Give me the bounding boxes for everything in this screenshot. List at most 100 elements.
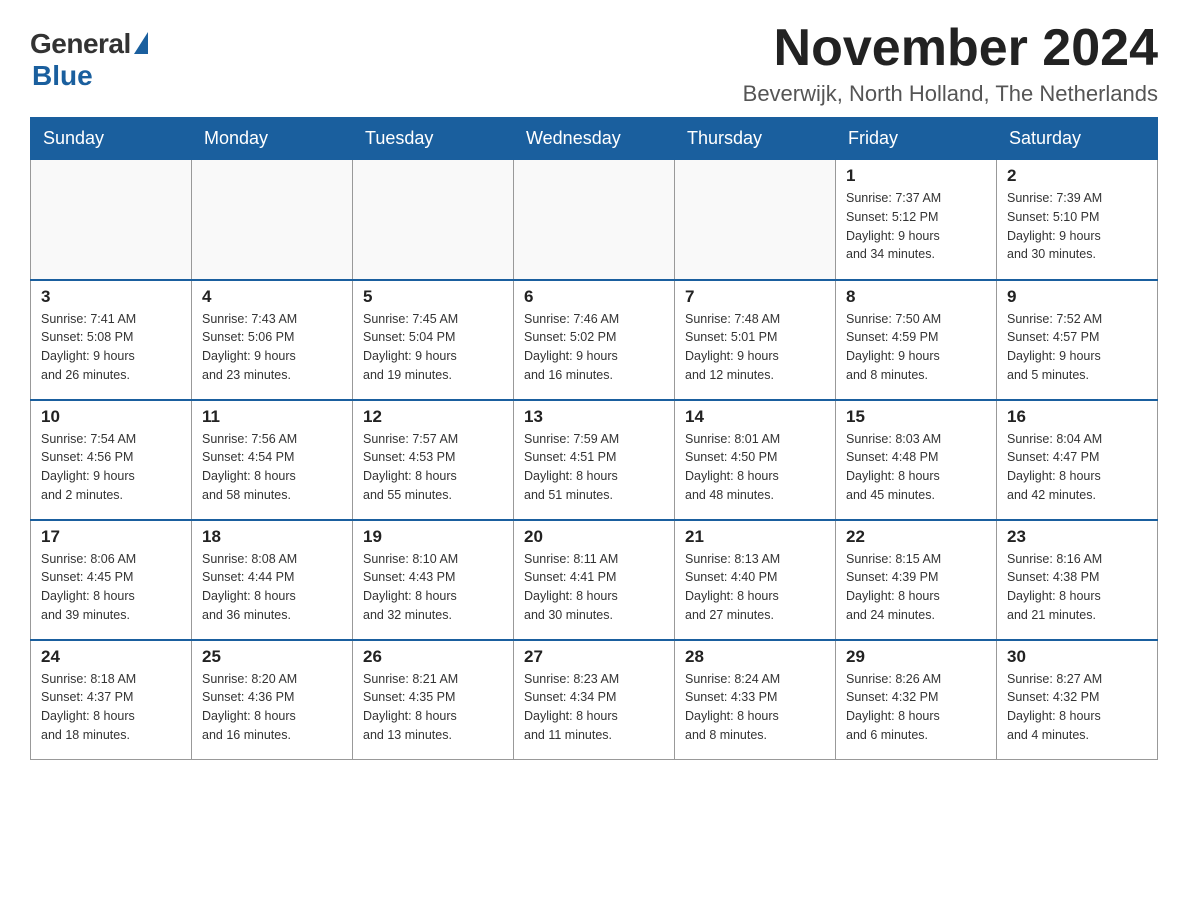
day-info: Sunrise: 8:08 AMSunset: 4:44 PMDaylight:… [202, 550, 342, 625]
calendar-cell: 1Sunrise: 7:37 AMSunset: 5:12 PMDaylight… [836, 160, 997, 280]
calendar-cell: 22 Sunrise: 8:15 AMSunset: 4:39 PMDayligh… [836, 520, 997, 640]
day-number: 18 [202, 527, 342, 547]
col-monday: Monday [192, 118, 353, 160]
calendar-cell: 26Sunrise: 8:21 AMSunset: 4:35 PMDayligh… [353, 640, 514, 760]
calendar-cell: 20 Sunrise: 8:11 AMSunset: 4:41 PMDayligh… [514, 520, 675, 640]
calendar-cell: 2 Sunrise: 7:39 AMSunset: 5:10 PMDaylight… [997, 160, 1158, 280]
day-info: Sunrise: 8:27 AMSunset: 4:32 PMDaylight:… [1007, 670, 1147, 745]
calendar-cell: 24Sunrise: 8:18 AMSunset: 4:37 PMDayligh… [31, 640, 192, 760]
calendar-cell [514, 160, 675, 280]
calendar-cell [192, 160, 353, 280]
day-info: Sunrise: 7:37 AMSunset: 5:12 PMDaylight:… [846, 189, 986, 264]
calendar-cell: 4Sunrise: 7:43 AMSunset: 5:06 PMDaylight… [192, 280, 353, 400]
day-number: 12 [363, 407, 503, 427]
calendar-cell: 28 Sunrise: 8:24 AMSunset: 4:33 PMDayligh… [675, 640, 836, 760]
calendar-week-row: 24Sunrise: 8:18 AMSunset: 4:37 PMDayligh… [31, 640, 1158, 760]
calendar-cell [675, 160, 836, 280]
day-number: 3 [41, 287, 181, 307]
day-number: 16 [1007, 407, 1147, 427]
calendar-cell: 12 Sunrise: 7:57 AMSunset: 4:53 PMDayligh… [353, 400, 514, 520]
day-info: Sunrise: 7:45 AMSunset: 5:04 PMDaylight:… [363, 310, 503, 385]
calendar-cell [31, 160, 192, 280]
day-number: 19 [363, 527, 503, 547]
calendar-cell: 13 Sunrise: 7:59 AMSunset: 4:51 PMDayligh… [514, 400, 675, 520]
day-info: Sunrise: 7:50 AMSunset: 4:59 PMDaylight:… [846, 310, 986, 385]
col-thursday: Thursday [675, 118, 836, 160]
col-tuesday: Tuesday [353, 118, 514, 160]
calendar-cell: 25Sunrise: 8:20 AMSunset: 4:36 PMDayligh… [192, 640, 353, 760]
calendar-cell: 9 Sunrise: 7:52 AMSunset: 4:57 PMDaylight… [997, 280, 1158, 400]
day-number: 9 [1007, 287, 1147, 307]
logo-blue-text: Blue [32, 60, 93, 92]
day-number: 11 [202, 407, 342, 427]
day-info: Sunrise: 8:24 AMSunset: 4:33 PMDaylight:… [685, 670, 825, 745]
day-number: 2 [1007, 166, 1147, 186]
logo-general-text: General [30, 28, 131, 60]
day-info: Sunrise: 8:16 AMSunset: 4:38 PMDaylight:… [1007, 550, 1147, 625]
day-number: 17 [41, 527, 181, 547]
day-info: Sunrise: 8:10 AMSunset: 4:43 PMDaylight:… [363, 550, 503, 625]
header: General Blue November 2024 Beverwijk, No… [30, 20, 1158, 107]
col-sunday: Sunday [31, 118, 192, 160]
calendar-cell: 11 Sunrise: 7:56 AMSunset: 4:54 PMDayligh… [192, 400, 353, 520]
day-number: 15 [846, 407, 986, 427]
calendar-cell: 3 Sunrise: 7:41 AMSunset: 5:08 PMDaylight… [31, 280, 192, 400]
day-number: 13 [524, 407, 664, 427]
calendar-week-row: 3 Sunrise: 7:41 AMSunset: 5:08 PMDaylight… [31, 280, 1158, 400]
calendar-cell [353, 160, 514, 280]
day-info: Sunrise: 8:21 AMSunset: 4:35 PMDaylight:… [363, 670, 503, 745]
calendar-cell: 8 Sunrise: 7:50 AMSunset: 4:59 PMDaylight… [836, 280, 997, 400]
day-number: 6 [524, 287, 664, 307]
calendar-cell: 6Sunrise: 7:46 AMSunset: 5:02 PMDaylight… [514, 280, 675, 400]
calendar-cell: 30 Sunrise: 8:27 AMSunset: 4:32 PMDayligh… [997, 640, 1158, 760]
calendar-cell: 10 Sunrise: 7:54 AMSunset: 4:56 PMDayligh… [31, 400, 192, 520]
day-info: Sunrise: 8:11 AMSunset: 4:41 PMDaylight:… [524, 550, 664, 625]
day-number: 4 [202, 287, 342, 307]
calendar-cell: 7 Sunrise: 7:48 AMSunset: 5:01 PMDaylight… [675, 280, 836, 400]
day-info: Sunrise: 7:41 AMSunset: 5:08 PMDaylight:… [41, 310, 181, 385]
day-info: Sunrise: 7:39 AMSunset: 5:10 PMDaylight:… [1007, 189, 1147, 264]
day-number: 7 [685, 287, 825, 307]
day-info: Sunrise: 7:57 AMSunset: 4:53 PMDaylight:… [363, 430, 503, 505]
calendar-header-row: Sunday Monday Tuesday Wednesday Thursday… [31, 118, 1158, 160]
day-number: 28 [685, 647, 825, 667]
day-info: Sunrise: 8:23 AMSunset: 4:34 PMDaylight:… [524, 670, 664, 745]
col-saturday: Saturday [997, 118, 1158, 160]
day-number: 10 [41, 407, 181, 427]
day-number: 21 [685, 527, 825, 547]
calendar-cell: 17 Sunrise: 8:06 AMSunset: 4:45 PMDayligh… [31, 520, 192, 640]
day-info: Sunrise: 7:48 AMSunset: 5:01 PMDaylight:… [685, 310, 825, 385]
day-info: Sunrise: 8:04 AMSunset: 4:47 PMDaylight:… [1007, 430, 1147, 505]
calendar-week-row: 10 Sunrise: 7:54 AMSunset: 4:56 PMDayligh… [31, 400, 1158, 520]
title-area: November 2024 Beverwijk, North Holland, … [743, 20, 1158, 107]
day-info: Sunrise: 8:06 AMSunset: 4:45 PMDaylight:… [41, 550, 181, 625]
day-number: 30 [1007, 647, 1147, 667]
day-info: Sunrise: 7:52 AMSunset: 4:57 PMDaylight:… [1007, 310, 1147, 385]
day-info: Sunrise: 8:01 AMSunset: 4:50 PMDaylight:… [685, 430, 825, 505]
calendar-cell: 23 Sunrise: 8:16 AMSunset: 4:38 PMDayligh… [997, 520, 1158, 640]
calendar-cell: 21 Sunrise: 8:13 AMSunset: 4:40 PMDayligh… [675, 520, 836, 640]
day-info: Sunrise: 8:26 AMSunset: 4:32 PMDaylight:… [846, 670, 986, 745]
day-info: Sunrise: 8:13 AMSunset: 4:40 PMDaylight:… [685, 550, 825, 625]
day-info: Sunrise: 7:59 AMSunset: 4:51 PMDaylight:… [524, 430, 664, 505]
calendar-cell: 18 Sunrise: 8:08 AMSunset: 4:44 PMDayligh… [192, 520, 353, 640]
logo-triangle-icon [134, 32, 148, 54]
calendar-cell: 19 Sunrise: 8:10 AMSunset: 4:43 PMDayligh… [353, 520, 514, 640]
day-number: 14 [685, 407, 825, 427]
calendar-cell: 5Sunrise: 7:45 AMSunset: 5:04 PMDaylight… [353, 280, 514, 400]
day-number: 20 [524, 527, 664, 547]
location-subtitle: Beverwijk, North Holland, The Netherland… [743, 81, 1158, 107]
calendar-cell: 16 Sunrise: 8:04 AMSunset: 4:47 PMDayligh… [997, 400, 1158, 520]
col-friday: Friday [836, 118, 997, 160]
logo: General Blue [30, 28, 148, 92]
day-number: 8 [846, 287, 986, 307]
day-info: Sunrise: 7:54 AMSunset: 4:56 PMDaylight:… [41, 430, 181, 505]
day-info: Sunrise: 8:15 AMSunset: 4:39 PMDaylight:… [846, 550, 986, 625]
calendar-table: Sunday Monday Tuesday Wednesday Thursday… [30, 117, 1158, 760]
calendar-cell: 14 Sunrise: 8:01 AMSunset: 4:50 PMDayligh… [675, 400, 836, 520]
day-info: Sunrise: 7:56 AMSunset: 4:54 PMDaylight:… [202, 430, 342, 505]
day-number: 29 [846, 647, 986, 667]
month-title: November 2024 [743, 20, 1158, 77]
day-number: 23 [1007, 527, 1147, 547]
day-number: 22 [846, 527, 986, 547]
